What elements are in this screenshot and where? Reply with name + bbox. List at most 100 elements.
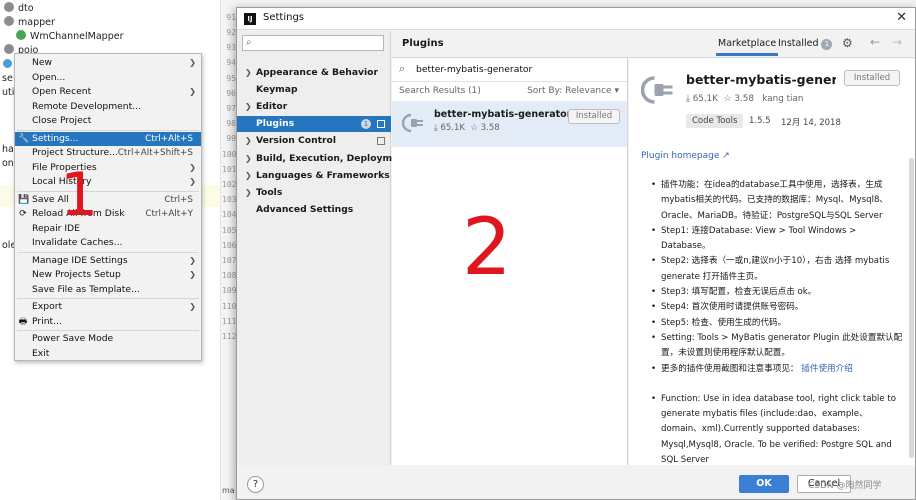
chevron-down-icon: ▾ bbox=[614, 86, 619, 96]
close-icon[interactable]: ✕ bbox=[896, 10, 907, 25]
detail-installed-button[interactable]: Installed bbox=[844, 70, 900, 86]
tree-row[interactable]: WmChannelMapper bbox=[16, 30, 123, 44]
settings-dialog: IJ Settings ✕ ⌕ ❯ Appearance & Behavior Ke… bbox=[236, 7, 916, 500]
tree-row-label: dto bbox=[18, 3, 34, 14]
detail-scrollbar[interactable] bbox=[909, 158, 914, 458]
menu-item-repair-ide[interactable]: Repair IDE bbox=[15, 222, 201, 237]
line-number: 104 bbox=[222, 210, 237, 220]
plugin-plug-icon bbox=[402, 113, 423, 133]
nav-item-label: Tools bbox=[256, 187, 283, 198]
menu-item-reload-all-from-disk[interactable]: ⟳ Reload All from Disk Ctrl+Alt+Y bbox=[15, 207, 201, 222]
nav-item-appearance-behavior[interactable]: ❯ Appearance & Behavior bbox=[237, 65, 391, 81]
plugin-name: better-mybatis-generator bbox=[434, 109, 572, 120]
forward-arrow-icon[interactable]: → bbox=[892, 35, 902, 49]
nav-item-keymap[interactable]: Keymap bbox=[237, 82, 391, 98]
tree-fragment: se bbox=[2, 73, 13, 84]
back-arrow-icon[interactable]: ← bbox=[870, 35, 880, 49]
menu-item-label: Exit bbox=[32, 347, 50, 359]
chevron-right-icon: ❯ bbox=[245, 68, 252, 77]
line-number: 96 bbox=[226, 88, 236, 98]
ok-button[interactable]: OK bbox=[739, 475, 789, 493]
menu-item-close-project[interactable]: Close Project bbox=[15, 114, 201, 129]
results-bar: Search Results (1) Sort By: Relevance ▾ bbox=[392, 84, 627, 100]
menu-separator bbox=[17, 251, 199, 253]
bullet-text: 插件功能：在idea的database工具中使用，选择表，生成mybatis相关… bbox=[661, 180, 889, 221]
line-number: 100 bbox=[222, 149, 237, 159]
menu-item-export[interactable]: Export ❯ bbox=[15, 300, 201, 315]
description-bullet: Setting: Tools > MyBatis generator Plugi… bbox=[641, 331, 903, 362]
nav-item-build-execution-deployment[interactable]: ❯ Build, Execution, Deployment bbox=[237, 151, 409, 167]
tree-row-label: mapper bbox=[18, 17, 55, 28]
tree-row-label: WmChannelMapper bbox=[30, 31, 124, 42]
star-icon: ☆ bbox=[470, 123, 478, 133]
help-button[interactable]: ? bbox=[247, 476, 264, 493]
bullet-text: 更多的插件使用截图和注意事项见： bbox=[661, 363, 799, 374]
line-number: 108 bbox=[222, 271, 237, 281]
tree-row[interactable]: mapper bbox=[4, 16, 55, 30]
usage-guide-link[interactable]: 插件使用介绍 bbox=[801, 364, 853, 374]
nav-item-plugins[interactable]: Plugins 1 bbox=[237, 116, 391, 132]
gear-icon[interactable]: ⚙ bbox=[842, 36, 853, 50]
dialog-title-bar: IJ Settings ✕ bbox=[237, 8, 915, 30]
annotation-number-2: 2 bbox=[462, 203, 512, 293]
settings-search-input[interactable]: ⌕ bbox=[242, 35, 384, 51]
installed-button[interactable]: Installed bbox=[568, 109, 620, 124]
editor-gutter: 91 92 93 94 95 96 97 98 99 100 101 102 103 104 105 106 1… bbox=[220, 0, 236, 500]
search-icon: ⌕ bbox=[399, 62, 406, 75]
tab-installed[interactable]: Installed 1 bbox=[778, 36, 833, 56]
folder-icon bbox=[4, 2, 14, 12]
line-number: 102 bbox=[222, 180, 237, 189]
bullet-text: Step5: 检查、使用生成的代码。 bbox=[661, 317, 787, 328]
menu-item-new[interactable]: New ❯ bbox=[15, 56, 201, 71]
menu-item-manage-ide-settings[interactable]: Manage IDE Settings ❯ bbox=[15, 254, 201, 269]
menu-item-open-recent[interactable]: Open Recent ❯ bbox=[15, 85, 201, 100]
plugin-rating: 3.58 bbox=[480, 123, 500, 133]
tree-row[interactable]: dto bbox=[4, 2, 34, 16]
menu-item-save-all[interactable]: 💾 Save All Ctrl+S bbox=[15, 193, 201, 208]
line-number: 98 bbox=[226, 119, 236, 129]
menu-item-label: New Projects Setup bbox=[32, 269, 121, 280]
menu-item-new-projects-setup[interactable]: New Projects Setup ❯ bbox=[15, 268, 201, 283]
menu-item-label: Project Structure... bbox=[32, 147, 118, 158]
nav-item-version-control[interactable]: ❯ Version Control bbox=[237, 133, 391, 149]
menu-item-remote-development[interactable]: Remote Development... bbox=[15, 100, 201, 115]
plugin-description: 插件功能：在idea的database工具中使用，选择表，生成mybatis相关… bbox=[641, 178, 903, 466]
plugin-list-item[interactable]: better-mybatis-generator ⤓ 65.1K ☆ 3.58 … bbox=[392, 101, 627, 147]
editor-tab-fragment[interactable]: ma bbox=[222, 486, 235, 495]
menu-item-invalidate-caches[interactable]: Invalidate Caches... bbox=[15, 236, 201, 251]
chevron-right-icon: ❯ bbox=[189, 87, 196, 96]
menu-item-local-history[interactable]: Local History ❯ bbox=[15, 175, 201, 190]
menu-item-shortcut: Ctrl+Alt+Shift+S bbox=[117, 148, 193, 158]
chevron-right-icon: ❯ bbox=[245, 188, 252, 197]
menu-item-open[interactable]: Open... bbox=[15, 71, 201, 86]
menu-item-settings[interactable]: 🔧 Settings... Ctrl+Alt+S bbox=[15, 131, 201, 146]
category-tag[interactable]: Code Tools bbox=[686, 114, 744, 128]
menu-item-print[interactable]: 🖶 Print... bbox=[15, 315, 201, 330]
intellij-app-icon: IJ bbox=[244, 13, 256, 25]
nav-item-editor[interactable]: ❯ Editor bbox=[237, 99, 391, 115]
print-icon: 🖶 bbox=[18, 316, 28, 327]
detail-meta: ⤓ 65.1K ☆ 3.58 kang tian bbox=[686, 94, 803, 104]
line-number: 111 bbox=[222, 316, 237, 326]
tab-installed-label: Installed bbox=[778, 38, 819, 49]
menu-item-exit[interactable]: Exit bbox=[15, 347, 201, 362]
sort-label: Sort By: Relevance bbox=[527, 86, 612, 96]
tab-marketplace[interactable]: Marketplace bbox=[716, 36, 779, 56]
plugin-homepage-link[interactable]: Plugin homepage ↗ bbox=[641, 151, 730, 161]
menu-item-file-properties[interactable]: File Properties ❯ bbox=[15, 161, 201, 176]
description-bullet: Step2: 选择表（一或n,建议n小于10），右击 选择 mybatis ge… bbox=[641, 254, 903, 285]
sort-dropdown[interactable]: Sort By: Relevance ▾ bbox=[527, 86, 619, 96]
menu-item-project-structure[interactable]: Project Structure... Ctrl+Alt+Shift+S bbox=[15, 146, 201, 161]
marketplace-search-input[interactable]: ⌕ better-mybatis-generator bbox=[392, 58, 627, 82]
line-number: 97 bbox=[226, 104, 236, 113]
menu-item-power-save-mode[interactable]: Power Save Mode bbox=[15, 332, 201, 347]
menu-separator bbox=[17, 298, 199, 299]
chevron-right-icon: ❯ bbox=[245, 154, 252, 163]
chevron-right-icon: ❯ bbox=[189, 58, 196, 67]
nav-item-tools[interactable]: ❯ Tools bbox=[237, 185, 391, 201]
plugin-plug-icon bbox=[641, 76, 673, 104]
nav-item-languages-frameworks[interactable]: ❯ Languages & Frameworks bbox=[237, 168, 391, 184]
nav-item-advanced-settings[interactable]: Advanced Settings bbox=[237, 202, 391, 218]
detail-vendor[interactable]: kang tian bbox=[762, 94, 803, 104]
menu-item-save-file-as-template[interactable]: Save File as Template... bbox=[15, 283, 201, 298]
